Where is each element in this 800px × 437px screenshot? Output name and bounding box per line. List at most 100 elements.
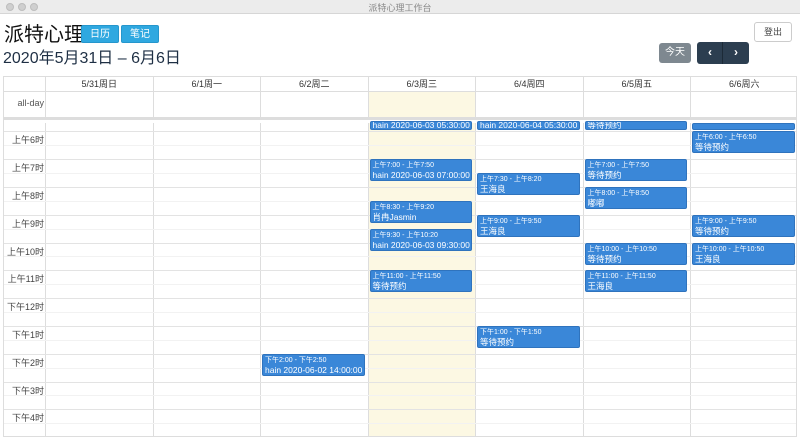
- calendar-event[interactable]: 下午2:00 - 下午2:50 hain 2020-06-02 14:00:00: [262, 353, 365, 376]
- calendar-event[interactable]: 上午8:00 - 上午8:50 嘟嘟: [584, 186, 687, 210]
- day-column-divider: [367, 123, 369, 436]
- today-button[interactable]: 今天: [659, 43, 691, 63]
- time-label: 下午12时: [6, 302, 44, 313]
- event-title: 等待预约: [695, 225, 730, 236]
- half-hour-gridline: [4, 145, 796, 147]
- allday-column-divider: [475, 92, 476, 117]
- event-time: 上午6:00 - 上午6:50: [695, 134, 757, 142]
- logout-button[interactable]: 登出: [754, 22, 792, 42]
- calendar-event[interactable]: 上午7:30 - 上午8:20 王海良: [477, 173, 580, 196]
- calendar-event[interactable]: 上午6:00 - 上午6:50 等待预约: [692, 131, 795, 154]
- half-hour-gridline: [4, 312, 796, 314]
- app-title: 派特心理: [4, 24, 84, 46]
- time-label: 上午7时: [11, 163, 44, 174]
- half-hour-gridline: [4, 395, 796, 397]
- event-title: 嘟嘟: [587, 197, 605, 208]
- event-title: 王海良: [695, 253, 721, 264]
- day-header: 6/6周六: [690, 77, 796, 92]
- event-time: 上午9:00 - 上午9:50: [480, 217, 542, 225]
- calendar-event[interactable]: 上午7:00 - 上午7:50 等待预约: [584, 159, 687, 182]
- hour-gridline: [4, 409, 796, 411]
- day-column-divider: [45, 123, 46, 436]
- allday-column-divider: [45, 92, 46, 117]
- day-header-row: 5/31周日 6/1周一 6/2周二 6/3周三 6/4周四 6/5周五 6/6周六: [4, 77, 796, 92]
- allday-column-divider: [260, 92, 261, 117]
- event-title: 等待预约: [695, 142, 730, 153]
- event-title: 等待预约: [587, 121, 622, 130]
- day-header: 6/4周四: [475, 77, 583, 92]
- allday-row: all-day: [4, 92, 796, 120]
- calendar-nav-button[interactable]: 日历: [81, 25, 119, 43]
- calendar-event[interactable]: 等待预约: [584, 121, 687, 131]
- time-label: 上午11时: [7, 274, 44, 285]
- event-title: 王海良: [587, 281, 614, 292]
- day-header: 6/3周三: [367, 77, 476, 92]
- event-time: 上午7:30 - 上午8:20: [480, 176, 542, 184]
- calendar-event[interactable]: 上午9:30 - 上午10:20 hain 2020-06-03 09:30:00: [369, 228, 472, 251]
- window-title: 派特心理工作台: [368, 3, 432, 13]
- chevron-left-icon[interactable]: ‹: [697, 42, 723, 64]
- calendar-event[interactable]: 上午10:00 - 上午10:50 王海良: [692, 242, 795, 265]
- time-label: 上午8时: [11, 190, 44, 201]
- day-column-divider: [582, 123, 584, 436]
- calendar-event[interactable]: 上午9:00 - 上午9:50 王海良: [477, 214, 580, 237]
- day-header: 5/31周日: [45, 77, 153, 92]
- half-hour-gridline: [4, 367, 796, 369]
- hour-gridline: [4, 131, 796, 133]
- allday-column-divider: [690, 92, 691, 117]
- time-label: 上午6时: [11, 135, 44, 146]
- event-time: 上午9:30 - 上午10:20: [372, 231, 438, 239]
- event-title: hain 2020-06-03 07:00:00: [372, 170, 470, 181]
- time-label: 下午4时: [11, 413, 44, 424]
- event-title: 等待预约: [372, 281, 407, 292]
- day-column-divider: [690, 123, 691, 436]
- event-time: 上午11:00 - 上午11:50: [587, 273, 656, 281]
- calendar-event[interactable]: 上午11:00 - 上午11:50 王海良: [584, 270, 687, 293]
- calendar-event[interactable]: 上午11:00 - 上午11:50 等待预约: [369, 270, 472, 293]
- event-time: 上午10:00 - 上午10:50: [695, 245, 765, 253]
- chevron-right-icon[interactable]: ›: [723, 42, 749, 64]
- half-hour-gridline: [4, 339, 796, 341]
- event-time: 上午10:00 - 上午10:50: [587, 245, 657, 253]
- event-time: 上午8:00 - 上午8:50: [587, 189, 649, 197]
- hour-gridline: [4, 381, 796, 383]
- time-label: 下午2时: [11, 357, 44, 368]
- calendar-event[interactable]: 上午9:00 - 上午9:50 等待预约: [692, 214, 795, 237]
- calendar-event[interactable]: 上午10:00 - 上午10:50 等待预约: [584, 242, 687, 265]
- hour-gridline: [4, 298, 796, 300]
- event-title: hain 2020-06-03 05:30:00: [372, 121, 470, 130]
- allday-column-divider: [367, 92, 369, 117]
- calendar-event[interactable]: hain 2020-06-04 05:30:00: [477, 121, 580, 131]
- event-time: 上午7:00 - 上午7:50: [587, 162, 649, 170]
- event-time: 上午8:30 - 上午9:20: [372, 203, 434, 211]
- calendar-event[interactable]: [692, 123, 795, 131]
- day-header: 6/2周二: [260, 77, 368, 92]
- event-time: 上午11:00 - 上午11:50: [372, 273, 441, 281]
- day-header: 6/5周五: [582, 77, 691, 92]
- week-calendar: 5/31周日 6/1周一 6/2周二 6/3周三 6/4周四 6/5周五 6/6周六 all…: [3, 76, 797, 437]
- calendar-event[interactable]: 上午8:30 - 上午9:20 肖冉Jasmin: [369, 200, 472, 223]
- day-column-divider: [152, 123, 154, 436]
- prev-next-group: ‹ ›: [697, 42, 749, 64]
- time-grid: 上午6时 上午7时 上午8时 上午9时 上午10时 上午11时 下午12时 下午1时 下午2时下…: [4, 121, 796, 436]
- event-title: 等待预约: [587, 253, 622, 264]
- hour-gridline: [4, 325, 796, 327]
- event-time: 上午9:00 - 上午9:50: [695, 217, 757, 225]
- event-title: hain 2020-06-02 14:00:00: [265, 364, 363, 375]
- allday-label: all-day: [17, 98, 44, 108]
- allday-column-divider: [152, 92, 154, 117]
- event-time: 下午1:00 - 下午1:50: [480, 328, 542, 336]
- time-label: 上午9时: [11, 218, 44, 229]
- day-header: 6/1周一: [152, 77, 261, 92]
- event-title: 等待预约: [587, 170, 622, 181]
- event-title: hain 2020-06-04 05:30:00: [480, 121, 578, 130]
- calendar-event[interactable]: hain 2020-06-03 05:30:00: [369, 121, 472, 131]
- event-title: 王海良: [480, 184, 506, 195]
- day-column-divider: [475, 123, 476, 436]
- calendar-event[interactable]: 上午7:00 - 上午7:50 hain 2020-06-03 07:00:00: [369, 159, 472, 182]
- time-label: 下午1时: [11, 329, 44, 340]
- notes-nav-button[interactable]: 笔记: [121, 25, 159, 43]
- event-title: 肖冉Jasmin: [372, 211, 417, 222]
- calendar-event[interactable]: 下午1:00 - 下午1:50 等待预约: [477, 325, 580, 349]
- window-titlebar: 派特心理工作台: [0, 0, 800, 14]
